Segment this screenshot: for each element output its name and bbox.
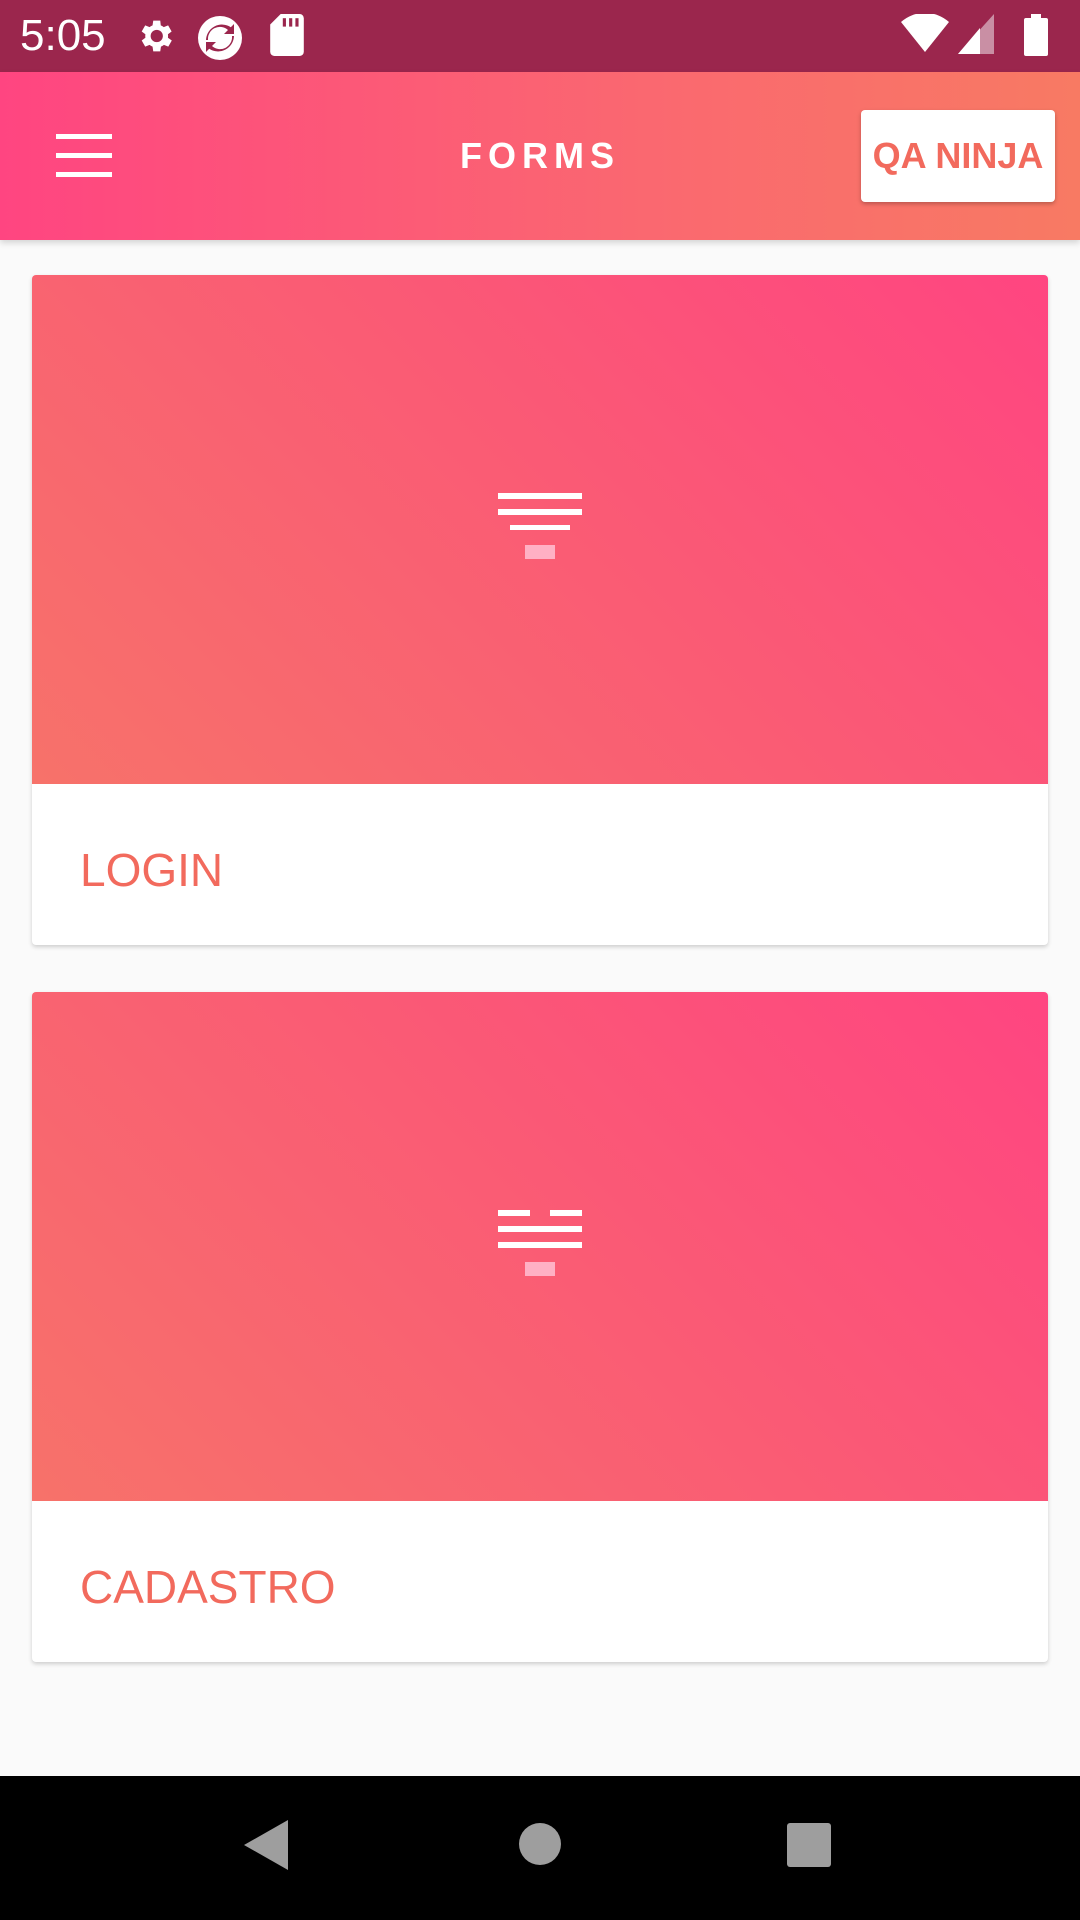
card-label-cadastro: CADASTRO bbox=[80, 1561, 336, 1613]
card-label-login: LOGIN bbox=[80, 844, 224, 896]
card-media bbox=[32, 992, 1048, 1501]
sync-app-icon bbox=[196, 14, 244, 67]
page-title: FORMS bbox=[460, 135, 620, 176]
hamburger-menu-icon[interactable] bbox=[52, 128, 116, 184]
sd-card-icon bbox=[270, 14, 304, 61]
cell-signal-icon bbox=[958, 14, 994, 59]
app-bar: FORMS QA NINJA bbox=[0, 72, 1080, 240]
status-time: 5:05 bbox=[20, 11, 106, 60]
gear-icon bbox=[134, 14, 176, 63]
recents-icon[interactable] bbox=[787, 1823, 831, 1872]
status-bar: 5:05 bbox=[0, 0, 1080, 72]
navigation-bar bbox=[0, 1776, 1080, 1920]
wifi-icon bbox=[900, 12, 950, 59]
form-split-lines-icon bbox=[498, 1210, 582, 1282]
card-media bbox=[32, 275, 1048, 784]
form-lines-icon bbox=[498, 493, 582, 565]
cadastro-card[interactable]: CADASTRO bbox=[32, 992, 1048, 1662]
qa-ninja-button[interactable]: QA NINJA bbox=[861, 110, 1055, 202]
home-icon[interactable] bbox=[518, 1822, 562, 1871]
login-card[interactable]: LOGIN bbox=[32, 275, 1048, 945]
status-icons-right bbox=[900, 12, 1080, 61]
battery-icon bbox=[1024, 14, 1048, 61]
back-icon[interactable] bbox=[244, 1820, 288, 1875]
